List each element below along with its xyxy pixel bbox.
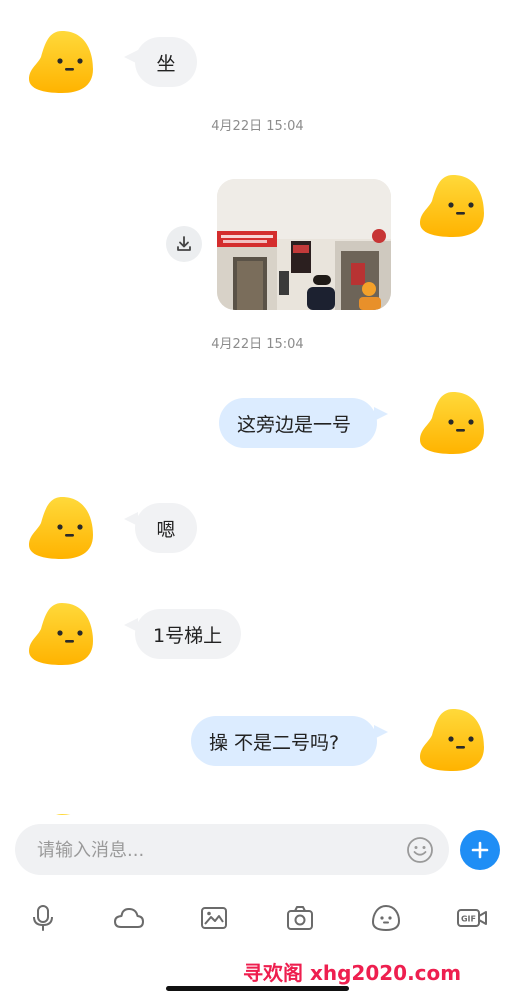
download-button[interactable] — [166, 226, 202, 262]
download-icon — [177, 236, 191, 251]
cloud-icon — [114, 908, 144, 928]
more-actions-button[interactable] — [460, 830, 500, 870]
sticker-button[interactable] — [363, 895, 409, 941]
message-bubble-incoming[interactable]: 1号梯上 — [135, 609, 241, 659]
smiley-icon — [407, 837, 433, 863]
gif-button[interactable]: GIF — [449, 895, 495, 941]
svg-text:GIF: GIF — [461, 915, 476, 924]
watermark: 寻欢阁 xhg2020.com — [243, 961, 462, 985]
message-bubble-incoming[interactable]: 坐 — [135, 37, 197, 87]
home-indicator[interactable] — [166, 986, 349, 991]
plus-icon — [471, 841, 489, 859]
message-input[interactable] — [35, 824, 399, 877]
timestamp: 4月22日 15:04 — [211, 337, 304, 352]
camera-button[interactable] — [277, 895, 323, 941]
message-input-container[interactable] — [15, 824, 449, 877]
contact-avatar[interactable] — [27, 495, 97, 561]
cloud-button[interactable] — [106, 895, 152, 941]
chat-area[interactable]: 坐 4月22日 15:04 4月22日 15:04 这旁边是一号 嗯 1号梯上 … — [0, 0, 515, 815]
message-bubble-outgoing[interactable]: 操 不是二号吗? — [191, 716, 377, 766]
my-avatar[interactable] — [418, 707, 488, 773]
message-text: 坐 — [156, 52, 176, 75]
camera-icon — [287, 906, 313, 930]
message-bubble-outgoing[interactable]: 这旁边是一号 — [219, 398, 377, 448]
sticker-icon — [371, 904, 401, 932]
image-message[interactable] — [217, 179, 391, 310]
input-toolbar: GIF — [0, 895, 515, 941]
gallery-button[interactable] — [191, 895, 237, 941]
my-avatar[interactable] — [418, 173, 488, 239]
message-text: 嗯 — [156, 518, 176, 541]
contact-avatar[interactable] — [27, 601, 97, 667]
bubble-tail — [374, 407, 388, 421]
bubble-tail — [374, 725, 388, 739]
microphone-icon — [33, 905, 53, 931]
message-text: 1号梯上 — [153, 624, 223, 647]
timestamp: 4月22日 15:04 — [211, 119, 304, 134]
message-bubble-incoming[interactable]: 嗯 — [135, 503, 197, 553]
contact-avatar[interactable] — [27, 812, 97, 815]
my-avatar[interactable] — [418, 390, 488, 456]
voice-button[interactable] — [20, 895, 66, 941]
contact-avatar[interactable] — [27, 29, 97, 95]
gif-icon: GIF — [457, 909, 487, 927]
message-text: 这旁边是一号 — [237, 413, 352, 436]
emoji-button[interactable] — [406, 836, 434, 864]
image-icon — [201, 907, 227, 929]
message-text: 操 不是二号吗? — [209, 731, 340, 754]
